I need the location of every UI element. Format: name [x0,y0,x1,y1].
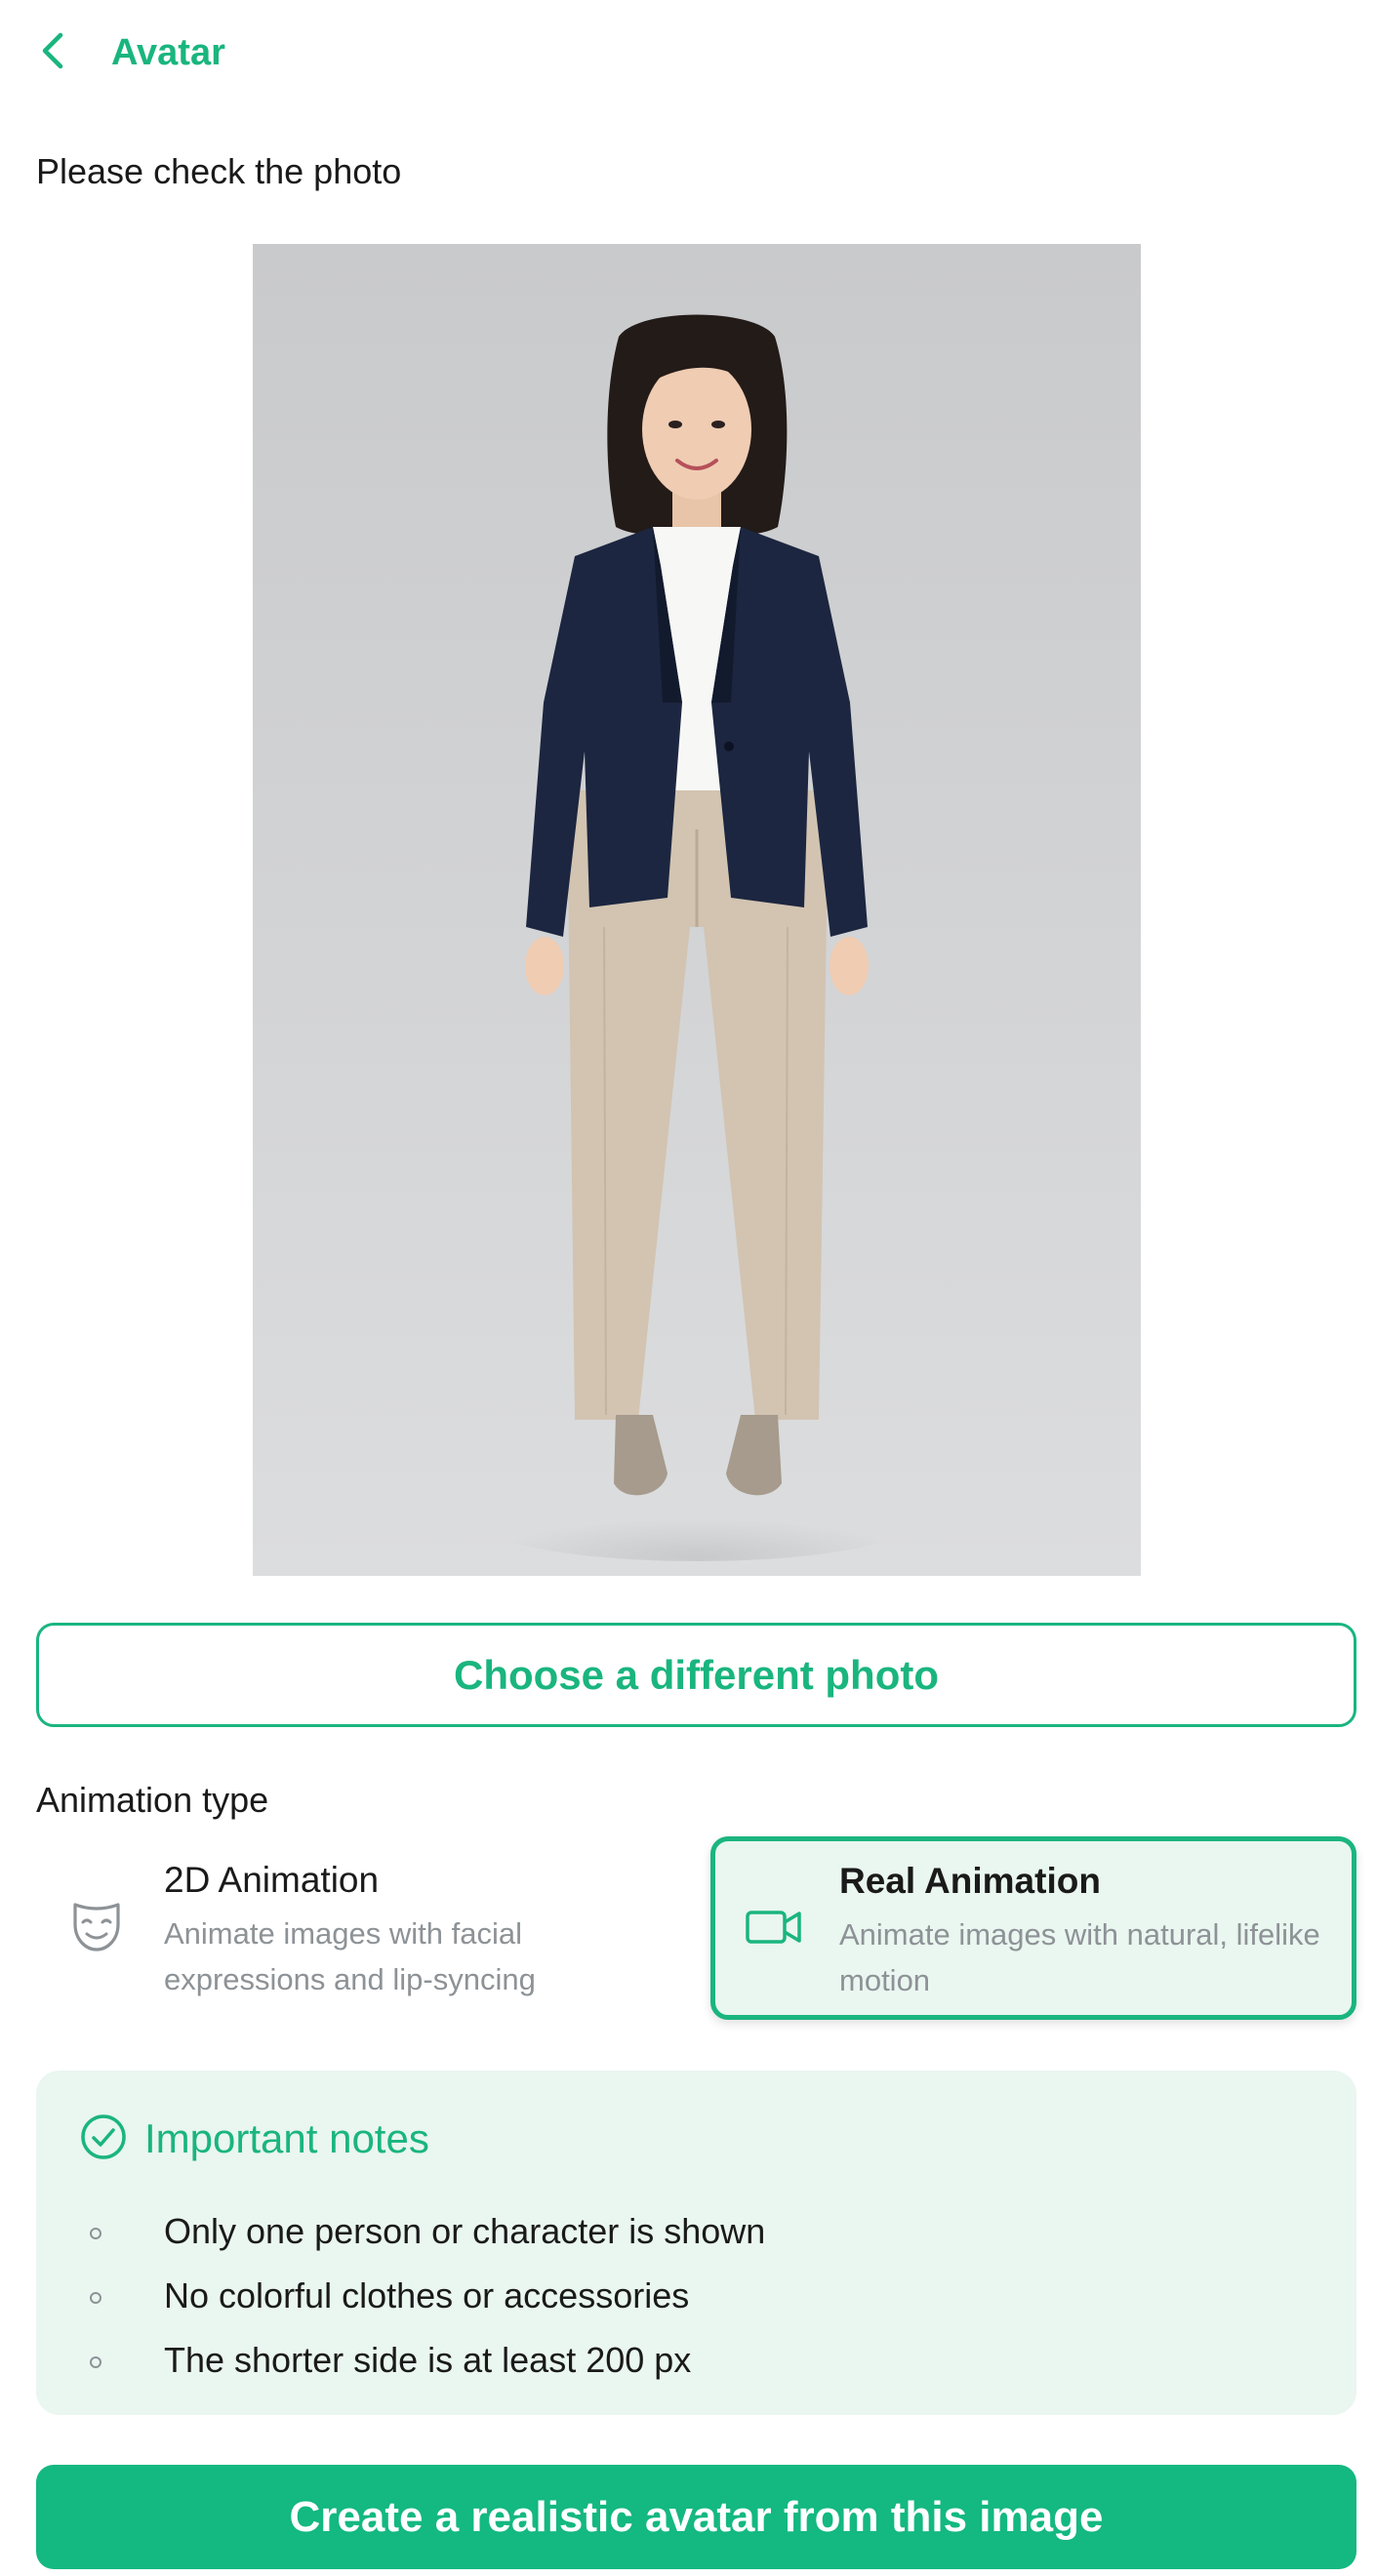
animation-option-description: Animate images with natural, lifelike mo… [839,1917,1320,1997]
animation-type-label: Animation type [36,1780,269,1820]
notes-list: Only one person or character is shown No… [36,2199,1356,2393]
note-text: No colorful clothes or accessories [164,2275,690,2315]
note-text: Only one person or character is shown [164,2211,766,2251]
avatar-photo [253,244,1141,1576]
bullet-icon [90,2292,101,2304]
list-item: The shorter side is at least 200 px [36,2328,1356,2393]
photo-section-label: Please check the photo [36,151,402,191]
animation-option-description: Animate images with facial expressions a… [164,1916,536,1996]
chevron-left-icon [39,29,66,77]
choose-different-photo-button[interactable]: Choose a different photo [36,1623,1356,1727]
bullet-icon [90,2228,101,2239]
header: Avatar [0,0,1376,107]
bullet-icon [90,2356,101,2368]
animation-option-title: 2D Animation [164,1860,380,1900]
notes-header: Important notes [80,2112,429,2166]
animation-option-real[interactable]: Real Animation Animate images with natur… [710,1836,1356,2020]
list-item: Only one person or character is shown [36,2199,1356,2264]
animation-option-2d[interactable]: 2D Animation Animate images with facial … [36,1836,700,2020]
page: Avatar Please check the photo Choose a d… [0,0,1376,2576]
mask-icon [65,1895,128,1957]
check-circle-icon [80,2113,127,2165]
notes-title: Important notes [144,2115,429,2161]
create-avatar-button[interactable]: Create a realistic avatar from this imag… [36,2465,1356,2569]
important-notes-panel: Important notes Only one person or chara… [36,2071,1356,2415]
note-text: The shorter side is at least 200 px [164,2340,692,2380]
animation-option-title: Real Animation [839,1861,1101,1901]
page-title: Avatar [111,32,225,73]
back-button[interactable] [29,25,76,80]
list-item: No colorful clothes or accessories [36,2264,1356,2328]
video-camera-icon [743,1896,805,1958]
